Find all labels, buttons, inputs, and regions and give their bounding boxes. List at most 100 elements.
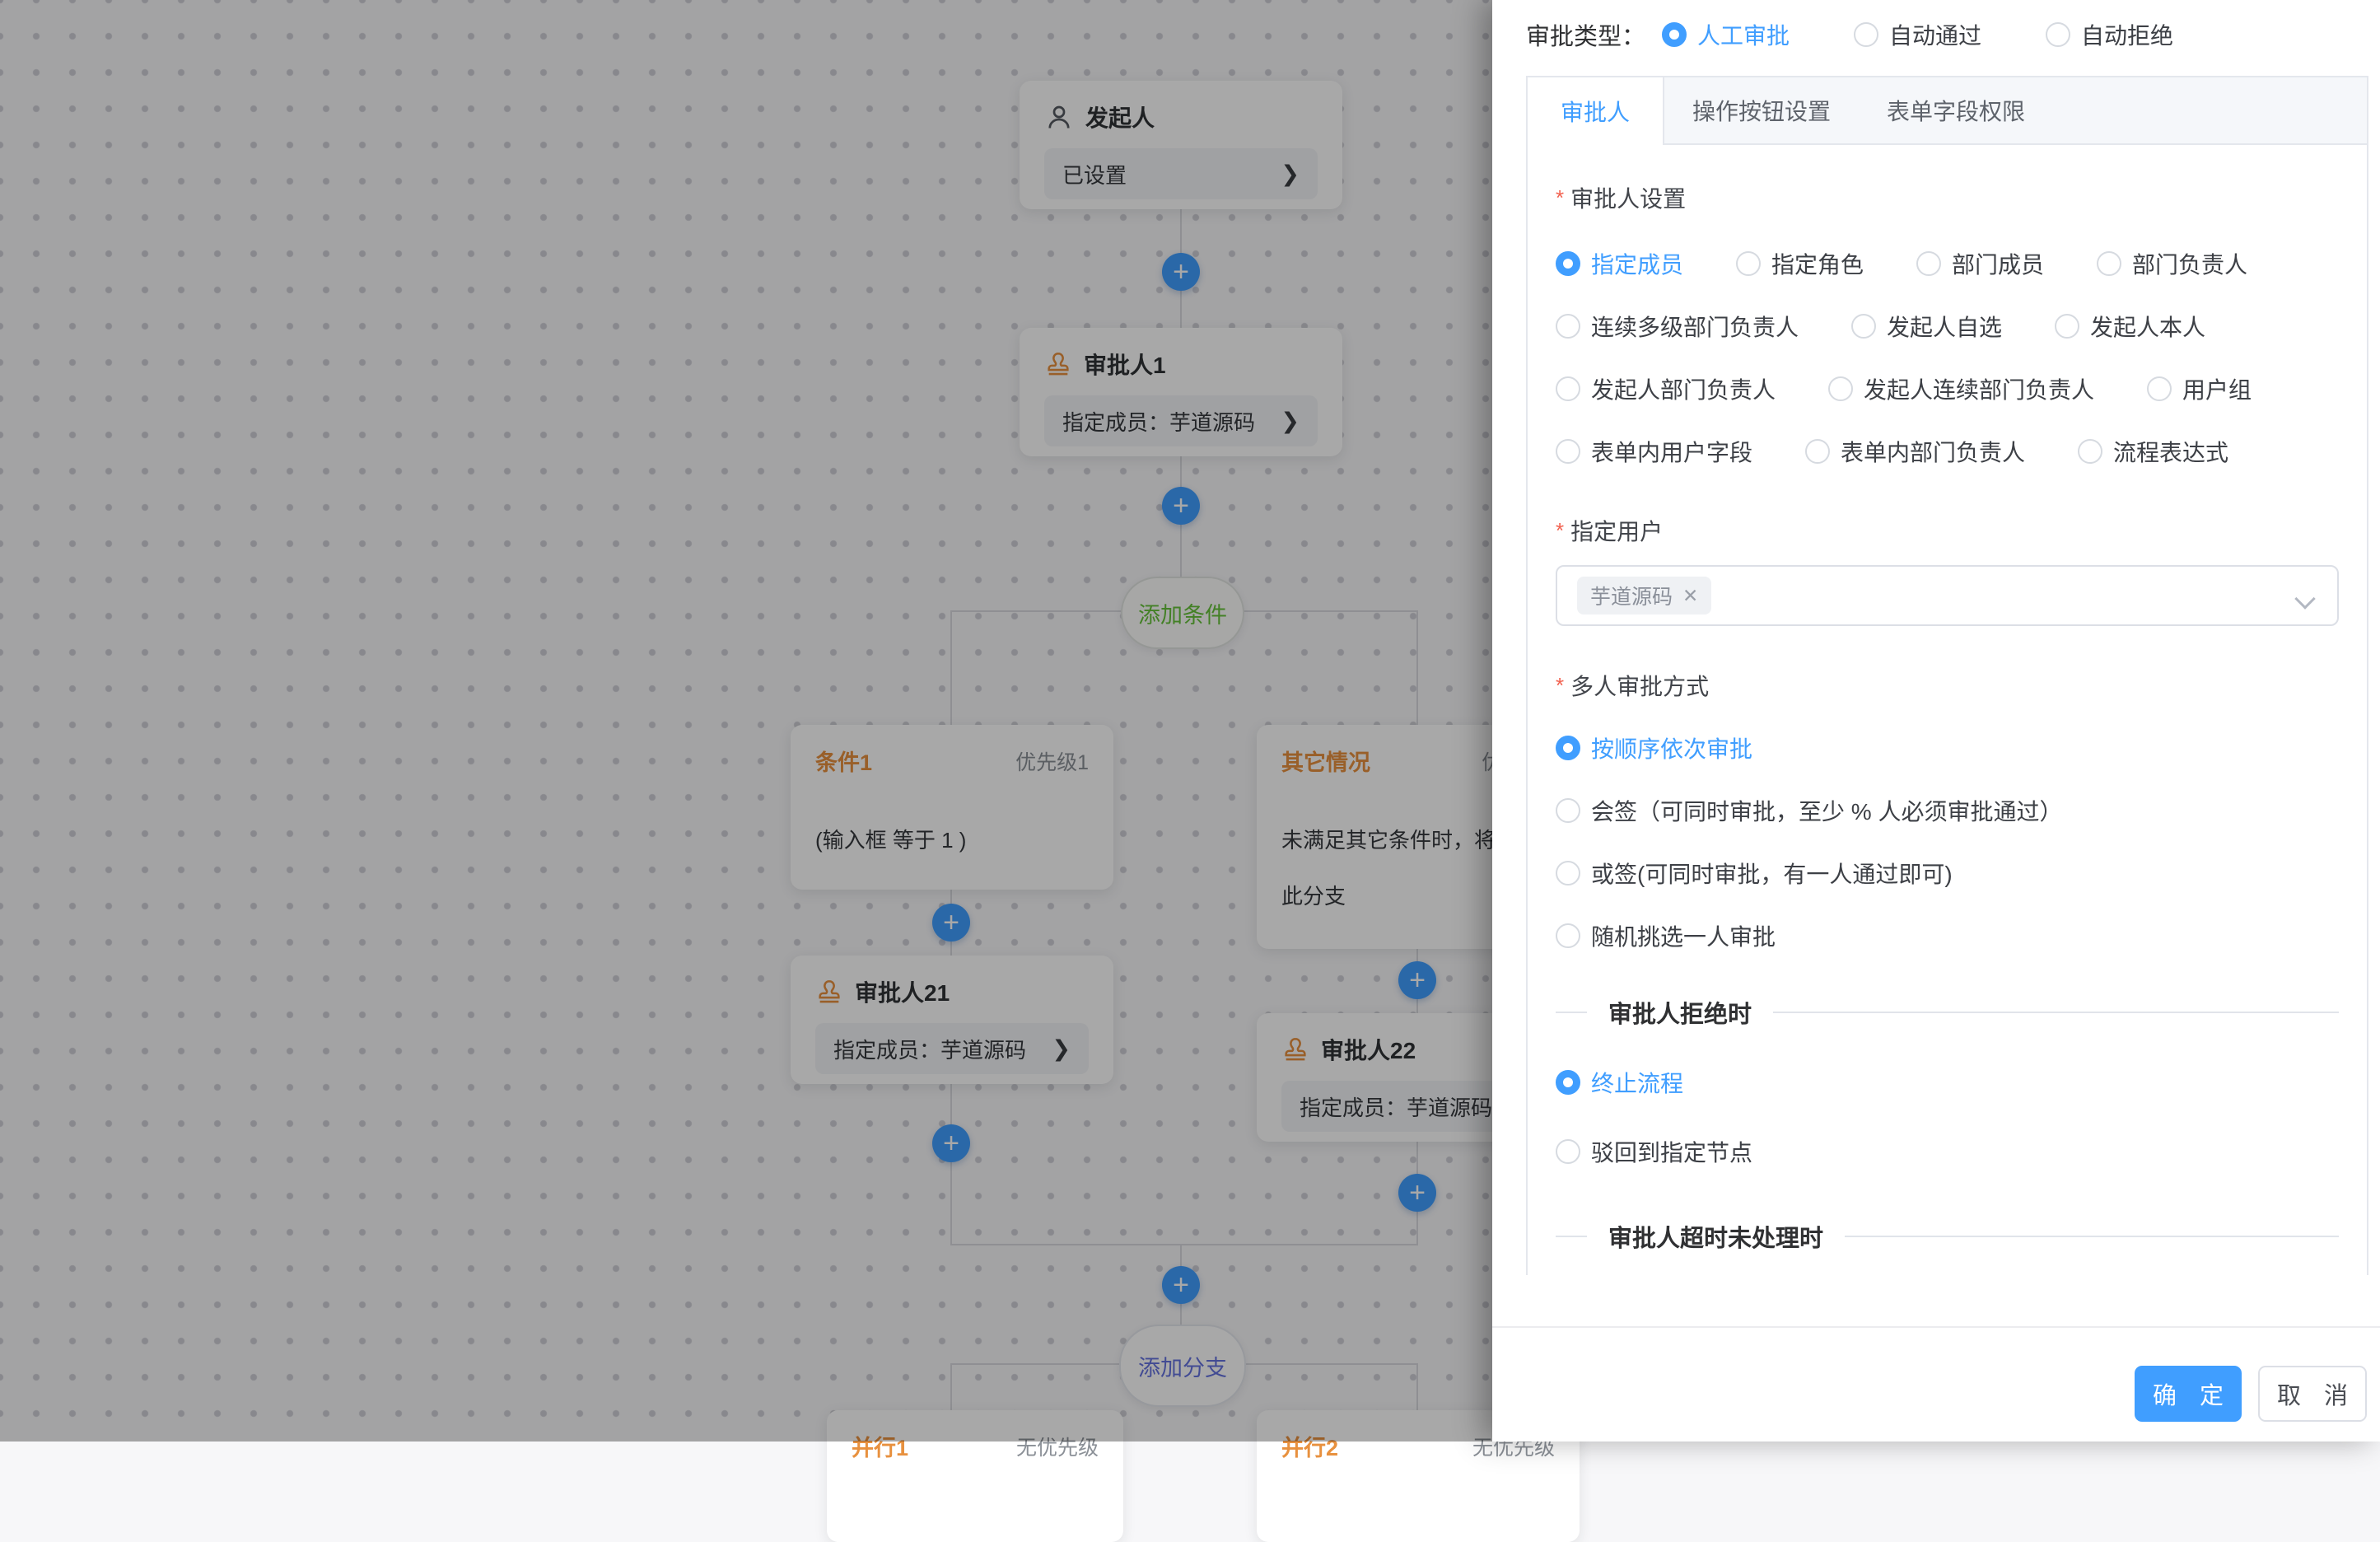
radio-initiator-self[interactable]: 发起人本人 <box>2055 310 2205 343</box>
tab-approver[interactable]: 审批人 <box>1528 77 1664 145</box>
radio-multi-level-dept-leader[interactable]: 连续多级部门负责人 <box>1556 310 1799 343</box>
add-node-button[interactable]: + <box>1398 1174 1436 1212</box>
radio-orsign[interactable]: 或签(可同时审批，有一人通过即可) <box>1556 857 2339 890</box>
node-config-row[interactable]: 指定成员：芋道源码 ❯ <box>1044 395 1318 446</box>
radio-initiator-multi-dept-leader[interactable]: 发起人连续部门负责人 <box>1828 372 2094 405</box>
node-title: 其它情况 <box>1281 745 1370 777</box>
radio-icon <box>2046 22 2070 47</box>
node-initiator[interactable]: 发起人 已设置 ❯ <box>1020 81 1342 209</box>
stamp-icon <box>815 978 843 1006</box>
add-node-button[interactable]: + <box>1398 961 1436 999</box>
radio-initiator-choose[interactable]: 发起人自选 <box>1851 310 2002 343</box>
radio-icon <box>1556 376 1580 401</box>
radio-icon <box>1556 314 1580 339</box>
approval-type-row: 审批类型： 人工审批 自动通过 自动拒绝 <box>1526 13 2238 56</box>
radio-return-to-node[interactable]: 驳回到指定节点 <box>1556 1135 2339 1168</box>
node-config-text: 指定成员：芋道源码 <box>1300 1091 1492 1122</box>
multi-approve-mode-list: 按顺序依次审批 会签（可同时审批，至少 % 人必须审批通过） 或签(可同时审批，… <box>1556 731 2339 952</box>
condition-expression: (输入框 等于 1 ) <box>815 813 1089 869</box>
node-approver1[interactable]: 审批人1 指定成员：芋道源码 ❯ <box>1020 328 1342 456</box>
priority-label: 无优先级 <box>1016 1432 1099 1461</box>
approver-setting-row4: 表单内用户字段 表单内部门负责人 流程表达式 <box>1556 435 2339 468</box>
plus-icon: + <box>943 1129 959 1157</box>
add-node-button[interactable]: + <box>932 1124 970 1162</box>
radio-manual-approval[interactable]: 人工审批 <box>1662 18 1790 51</box>
add-node-button[interactable]: + <box>1162 1266 1200 1304</box>
radio-icon <box>1851 314 1876 339</box>
node-title: 并行2 <box>1281 1430 1338 1462</box>
radio-icon <box>1736 251 1761 276</box>
required-star: * <box>1556 518 1564 543</box>
node-config-text: 指定成员：芋道源码 <box>833 1034 1026 1064</box>
plus-icon: + <box>1173 1271 1189 1299</box>
tag-text: 芋道源码 <box>1590 581 1673 610</box>
radio-form-user-field[interactable]: 表单内用户字段 <box>1556 435 1752 468</box>
node-condition1[interactable]: 条件1 优先级1 (输入框 等于 1 ) <box>791 725 1113 890</box>
connector-line <box>950 610 952 726</box>
plus-icon: + <box>943 909 959 937</box>
node-approver21[interactable]: 审批人21 指定成员：芋道源码 ❯ <box>791 956 1113 1084</box>
radio-process-expression[interactable]: 流程表达式 <box>2078 435 2228 468</box>
radio-icon <box>1828 376 1853 401</box>
required-star: * <box>1556 673 1564 698</box>
tabs-header: 审批人 操作按钮设置 表单字段权限 <box>1528 77 2367 145</box>
node-config-row[interactable]: 已设置 ❯ <box>1044 148 1318 199</box>
plus-icon: + <box>1173 258 1189 286</box>
add-node-button[interactable]: + <box>1162 253 1200 291</box>
confirm-button[interactable]: 确 定 <box>2135 1366 2242 1422</box>
radio-designated-member[interactable]: 指定成员 <box>1556 247 1683 280</box>
connector-line <box>950 1363 952 1410</box>
add-condition-label: 添加条件 <box>1138 597 1227 629</box>
radio-icon <box>2078 439 2102 464</box>
assigned-user-select[interactable]: 芋道源码 ✕ <box>1556 565 2339 626</box>
chevron-right-icon: ❯ <box>1281 161 1300 187</box>
radio-form-dept-leader[interactable]: 表单内部门负责人 <box>1805 435 2025 468</box>
radio-sequential-approval[interactable]: 按顺序依次审批 <box>1556 731 2339 764</box>
radio-icon <box>1556 439 1580 464</box>
reject-section-divider: 审批人拒绝时 <box>1556 995 2339 1030</box>
radio-auto-approve[interactable]: 自动通过 <box>1854 18 1981 51</box>
add-condition-button[interactable]: 添加条件 <box>1121 577 1244 649</box>
node-parallel1[interactable]: 并行1 无优先级 <box>827 1410 1123 1542</box>
add-branch-label: 添加分支 <box>1138 1350 1227 1382</box>
node-title: 条件1 <box>815 745 872 777</box>
radio-terminate-process[interactable]: 终止流程 <box>1556 1066 2339 1099</box>
chevron-right-icon: ❯ <box>1052 1036 1071 1062</box>
chevron-right-icon: ❯ <box>1281 409 1300 434</box>
radio-icon <box>1556 251 1580 276</box>
approval-type-label: 审批类型： <box>1526 17 1645 52</box>
branch-merge-line <box>950 1244 1418 1245</box>
reject-option-list: 终止流程 驳回到指定节点 <box>1556 1066 2339 1168</box>
priority-label: 优先级1 <box>1015 746 1089 776</box>
radio-dept-leader[interactable]: 部门负责人 <box>2097 247 2247 280</box>
radio-initiator-dept-leader[interactable]: 发起人部门负责人 <box>1556 372 1776 405</box>
plus-icon: + <box>1409 1179 1426 1207</box>
workflow-canvas[interactable]: 发起人 已设置 ❯ + 审批人1 指定成员：芋道源码 ❯ + 添加条件 <box>0 0 1492 1442</box>
radio-icon <box>1556 861 1580 885</box>
drawer-scroll-area[interactable]: 审批类型： 人工审批 自动通过 自动拒绝 审批人 操作按钮设置 表单字段权限 <box>1492 0 2380 1326</box>
add-node-button[interactable]: + <box>1162 487 1200 525</box>
cancel-button[interactable]: 取 消 <box>2258 1366 2367 1422</box>
stamp-icon <box>1044 350 1072 378</box>
radio-icon <box>1916 251 1941 276</box>
radio-dept-member[interactable]: 部门成员 <box>1916 247 2044 280</box>
approver-setting-row2: 连续多级部门负责人 发起人自选 发起人本人 <box>1556 310 2339 343</box>
add-branch-button[interactable]: 添加分支 <box>1119 1325 1246 1407</box>
radio-icon <box>1556 1139 1580 1164</box>
radio-icon <box>1556 1070 1580 1095</box>
radio-designated-role[interactable]: 指定角色 <box>1736 247 1864 280</box>
node-config-row[interactable]: 指定成员：芋道源码 ❯ <box>815 1023 1089 1074</box>
node-config-text: 指定成员：芋道源码 <box>1062 406 1255 437</box>
drawer-footer: 确 定 取 消 <box>1492 1326 2380 1442</box>
tab-button-settings[interactable]: 操作按钮设置 <box>1664 77 1859 143</box>
remove-tag-icon[interactable]: ✕ <box>1682 585 1698 607</box>
plus-icon: + <box>1173 492 1189 520</box>
radio-auto-reject[interactable]: 自动拒绝 <box>2046 18 2173 51</box>
radio-icon <box>1662 22 1687 47</box>
tab-form-field-permission[interactable]: 表单字段权限 <box>1859 77 2053 143</box>
radio-countersign[interactable]: 会签（可同时审批，至少 % 人必须审批通过） <box>1556 794 2339 827</box>
add-node-button[interactable]: + <box>932 904 970 942</box>
selected-user-tag: 芋道源码 ✕ <box>1577 577 1711 614</box>
radio-random-one[interactable]: 随机挑选一人审批 <box>1556 919 2339 952</box>
radio-user-group[interactable]: 用户组 <box>2147 372 2252 405</box>
